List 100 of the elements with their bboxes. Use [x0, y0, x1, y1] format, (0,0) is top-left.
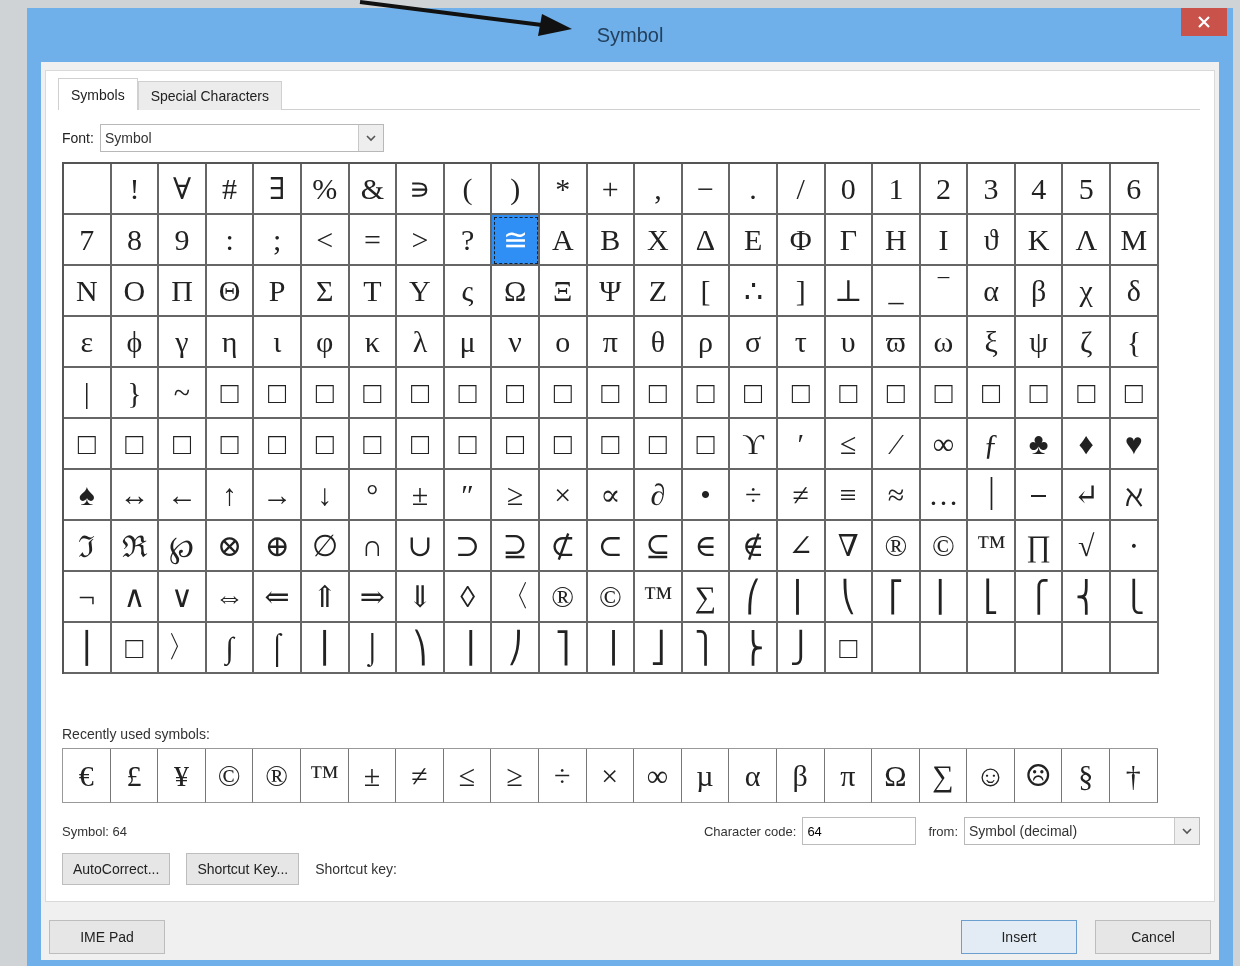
recent-symbol-cell[interactable]: ¥ [158, 749, 206, 803]
symbol-cell[interactable]: ⎢ [920, 572, 969, 623]
symbol-cell[interactable]: ∞ [920, 419, 969, 470]
symbol-cell[interactable]: / [777, 164, 826, 215]
symbol-cell[interactable]: □ [682, 419, 731, 470]
symbol-cell[interactable]: ∴ [730, 266, 778, 317]
symbol-cell[interactable]: □ [682, 368, 731, 419]
symbol-cell[interactable]: □ [111, 419, 160, 470]
symbol-cell[interactable]: π [587, 317, 636, 368]
symbol-cell[interactable]: ⎫ [682, 623, 731, 674]
symbol-cell[interactable]: _ [873, 266, 921, 317]
symbol-cell[interactable]: ÷ [730, 470, 778, 521]
symbol-cell[interactable]: ≡ [825, 470, 874, 521]
symbol-cell[interactable]: ∧ [111, 572, 160, 623]
symbol-cell[interactable]: ™ [635, 572, 683, 623]
symbol-cell[interactable] [1015, 623, 1064, 674]
symbol-cell[interactable]: ν [492, 317, 540, 368]
symbol-cell[interactable]: ″ [444, 470, 493, 521]
symbol-cell[interactable]: ® [539, 572, 588, 623]
symbol-cell[interactable]: ⊥ [825, 266, 874, 317]
symbol-cell[interactable]: ς [444, 266, 493, 317]
symbol-cell[interactable]: ↑ [206, 470, 255, 521]
symbol-cell[interactable]: □ [539, 419, 588, 470]
symbol-cell[interactable]: Χ [635, 215, 683, 266]
symbol-cell[interactable]: □ [349, 419, 398, 470]
symbol-cell[interactable]: # [206, 164, 255, 215]
symbol-cell[interactable]: ϕ [111, 317, 160, 368]
symbol-cell[interactable]: □ [539, 368, 588, 419]
tab[interactable]: Symbols [58, 78, 138, 110]
symbol-cell[interactable]: : [206, 215, 255, 266]
symbol-cell[interactable]: ε [64, 317, 112, 368]
symbol-cell[interactable]: ι [254, 317, 302, 368]
symbol-cell[interactable]: ♥ [1111, 419, 1159, 470]
symbol-cell[interactable] [1063, 623, 1112, 674]
symbol-cell[interactable]: □ [825, 368, 874, 419]
symbol-cell[interactable]: Υ [397, 266, 445, 317]
symbol-cell[interactable]: λ [397, 317, 445, 368]
symbol-cell[interactable]: } [111, 368, 160, 419]
symbol-cell[interactable]: Β [587, 215, 636, 266]
symbol-cell[interactable]: ζ [1063, 317, 1112, 368]
symbol-cell[interactable]: □ [968, 368, 1016, 419]
symbol-cell[interactable]: ? [444, 215, 493, 266]
symbol-cell[interactable]: ⇓ [397, 572, 445, 623]
symbol-cell[interactable]: ⎡ [873, 572, 921, 623]
symbol-cell[interactable]: Γ [825, 215, 874, 266]
symbol-cell[interactable]: η [206, 317, 255, 368]
symbol-cell[interactable]: ↔ [111, 470, 160, 521]
symbol-cell[interactable]: Λ [1063, 215, 1112, 266]
symbol-cell[interactable]: ⎨ [1063, 572, 1112, 623]
symbol-cell[interactable]: [ [682, 266, 731, 317]
recent-symbol-cell[interactable]: ™ [300, 749, 349, 803]
symbol-cell[interactable]: ϖ [873, 317, 921, 368]
symbol-cell[interactable]: 6 [1111, 164, 1159, 215]
symbol-cell[interactable]: □ [301, 419, 350, 470]
symbol-cell[interactable]: . [730, 164, 778, 215]
symbol-cell[interactable]: τ [777, 317, 826, 368]
symbol-cell[interactable]: ] [777, 266, 826, 317]
cancel-button[interactable]: Cancel [1095, 920, 1211, 954]
symbol-cell[interactable]: ∅ [301, 521, 350, 572]
symbol-cell[interactable]: 4 [1015, 164, 1064, 215]
symbol-cell[interactable]: ⌡ [349, 623, 398, 674]
symbol-cell[interactable]: ⎞ [397, 623, 445, 674]
recent-symbol-cell[interactable]: Ω [872, 749, 920, 803]
symbol-cell[interactable]: ⇒ [349, 572, 398, 623]
symbol-cell[interactable]: Ρ [254, 266, 302, 317]
symbol-cell[interactable]: Μ [1111, 215, 1159, 266]
symbol-cell[interactable]: ⎯ [1015, 470, 1064, 521]
symbol-cell[interactable]: * [539, 164, 588, 215]
tab[interactable]: Special Characters [137, 81, 282, 110]
recent-symbol-cell[interactable]: π [824, 749, 873, 803]
symbol-cell[interactable] [920, 623, 969, 674]
symbol-cell[interactable]: □ [111, 623, 160, 674]
symbol-cell[interactable]: ℑ [64, 521, 112, 572]
recent-symbol-cell[interactable]: ≠ [396, 749, 444, 803]
symbol-cell[interactable]: □ [635, 419, 683, 470]
symbol-cell[interactable]: □ [492, 419, 540, 470]
recent-symbol-cell[interactable]: ∞ [634, 749, 682, 803]
symbol-cell[interactable]: Σ [301, 266, 350, 317]
recent-symbol-cell[interactable]: £ [110, 749, 159, 803]
symbol-cell[interactable]: ← [159, 470, 207, 521]
symbol-cell[interactable]: 8 [111, 215, 160, 266]
symbol-cell[interactable]: Π [159, 266, 207, 317]
symbol-cell[interactable]: ∑ [682, 572, 731, 623]
symbol-cell[interactable]: □ [254, 368, 302, 419]
symbol-cell[interactable]: □ [873, 368, 921, 419]
symbol-cell[interactable]: ⎪ [64, 623, 112, 674]
symbol-cell[interactable]: □ [64, 419, 112, 470]
symbol-cell[interactable]: □ [397, 419, 445, 470]
symbol-cell[interactable]: ‾ [920, 266, 969, 317]
symbol-cell[interactable]: σ [730, 317, 778, 368]
symbol-cell[interactable]: □ [301, 368, 350, 419]
symbol-cell[interactable]: 〉 [159, 623, 207, 674]
symbol-cell[interactable]: ↵ [1063, 470, 1112, 521]
symbol-cell[interactable]: ; [254, 215, 302, 266]
symbol-cell[interactable]: = [349, 215, 398, 266]
symbol-cell[interactable]: Ψ [587, 266, 636, 317]
symbol-cell[interactable]: ο [539, 317, 588, 368]
symbol-cell[interactable]: ↓ [301, 470, 350, 521]
symbol-cell[interactable]: ƒ [968, 419, 1016, 470]
symbol-cell[interactable]: □ [349, 368, 398, 419]
